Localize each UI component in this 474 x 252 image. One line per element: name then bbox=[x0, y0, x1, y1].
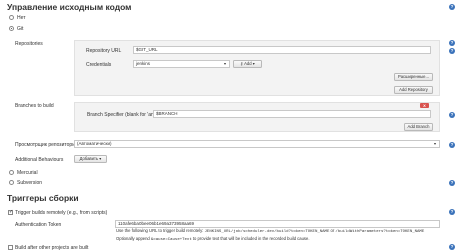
help-icon[interactable]: ? bbox=[449, 48, 455, 54]
chevron-down-icon: ▾ bbox=[252, 61, 255, 66]
branch-specifier-label: Branch Specifier (blank for 'any') bbox=[87, 112, 159, 118]
help-icon[interactable]: ? bbox=[449, 244, 455, 250]
help-icon[interactable]: ? bbox=[449, 180, 455, 186]
additional-behaviours-label: Additional Behaviours bbox=[15, 157, 64, 163]
delete-branch-button[interactable]: X bbox=[420, 103, 429, 108]
triggers-section-title: Триггеры сборки bbox=[7, 193, 79, 203]
branch-specifier-input[interactable]: $BRANCH bbox=[153, 110, 431, 118]
repo-url-input[interactable]: $GIT_URL bbox=[133, 46, 431, 54]
scm-subversion-label: Subversion bbox=[17, 180, 43, 186]
note-prefix: Use the following URL to trigger build r… bbox=[116, 228, 205, 233]
note-cause: &cause=Cause+Text bbox=[150, 237, 192, 242]
add-behaviour-button[interactable]: Добавить ▾ bbox=[74, 155, 107, 163]
trigger-remote-checkbox[interactable] bbox=[8, 209, 13, 215]
add-credentials-label: Add bbox=[244, 61, 252, 66]
help-icon[interactable]: ? bbox=[449, 112, 455, 118]
scm-none-radio[interactable] bbox=[9, 15, 14, 20]
help-icon[interactable]: ? bbox=[449, 209, 455, 215]
trigger-url-note: Use the following URL to trigger build r… bbox=[116, 228, 446, 243]
auth-token-input[interactable]: 110afe6ba0bee06b1e69a373958aa69 bbox=[115, 220, 440, 228]
help-icon[interactable]: ? bbox=[449, 4, 455, 10]
add-credentials-button[interactable]: ⚷ Add ▾ bbox=[233, 60, 262, 68]
help-icon[interactable]: ? bbox=[449, 40, 455, 46]
scm-git-label: Git bbox=[17, 26, 24, 32]
note-line2-prefix: Optionally append bbox=[116, 235, 151, 241]
note-line2-suffix: to provide text that will be included in… bbox=[191, 235, 310, 241]
add-repository-button[interactable]: Add Repository bbox=[394, 86, 433, 94]
add-behaviour-label: Добавить bbox=[79, 156, 99, 161]
repo-browser-value: (Автоматически) bbox=[77, 141, 112, 146]
scm-subversion-radio[interactable] bbox=[9, 180, 14, 185]
repo-browser-label: Просмотрщик репозитория bbox=[15, 142, 78, 148]
advanced-button[interactable]: Расширенные... bbox=[394, 73, 433, 81]
build-after-other-label: Build after other projects are built bbox=[15, 245, 89, 251]
chevron-down-icon: ▾ bbox=[224, 61, 227, 66]
note-url-params: /buildWithParameters?token=TOKEN_NAME bbox=[335, 230, 425, 234]
build-after-other-checkbox[interactable] bbox=[8, 245, 13, 250]
credentials-select[interactable]: jenkins bbox=[133, 60, 230, 68]
repositories-label: Repositories bbox=[15, 41, 43, 47]
scm-mercurial-radio[interactable] bbox=[9, 170, 14, 175]
chevron-down-icon: ▾ bbox=[99, 156, 102, 161]
auth-token-label: Authentication Token bbox=[15, 222, 62, 228]
trigger-remote-label: Trigger builds remotely (e.g., from scri… bbox=[15, 210, 108, 216]
credentials-label: Credentials bbox=[86, 62, 112, 68]
repo-url-label: Repository URL bbox=[86, 48, 122, 54]
scm-mercurial-label: Mercurial bbox=[17, 170, 38, 176]
scm-section-title: Управление исходным кодом bbox=[7, 2, 132, 12]
chevron-down-icon: ▾ bbox=[434, 141, 437, 146]
repo-browser-select[interactable]: (Автоматически) bbox=[74, 140, 440, 148]
branches-label: Branches to build bbox=[15, 103, 54, 109]
note-url-build: JENKINS_URL/job/scheduler-dev/build?toke… bbox=[204, 230, 330, 234]
scm-none-label: Нет bbox=[17, 15, 26, 21]
scm-git-radio[interactable] bbox=[9, 26, 14, 31]
key-icon: ⚷ bbox=[240, 61, 244, 66]
credentials-value: jenkins bbox=[136, 61, 151, 66]
add-branch-button[interactable]: Add Branch bbox=[404, 123, 433, 131]
help-icon[interactable]: ? bbox=[449, 142, 455, 148]
